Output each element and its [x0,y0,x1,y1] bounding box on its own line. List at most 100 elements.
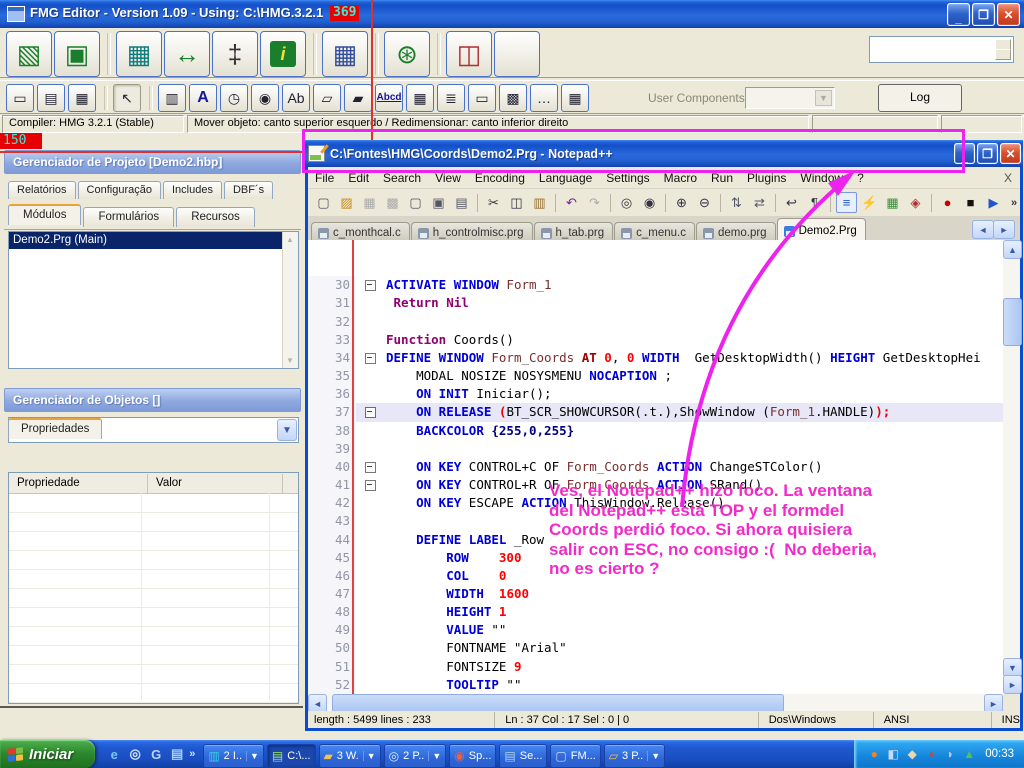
calendar-button[interactable]: ▦ [406,84,434,112]
scroll-up-icon[interactable]: ▲ [1003,240,1022,259]
save-file-icon[interactable]: ▦ [359,192,380,213]
code-line-52[interactable]: 52 TOOLTIP "" [308,676,1003,694]
open-project-button[interactable]: ▧ [6,31,52,77]
replace-icon[interactable]: ◉ [639,192,660,213]
fmg-close-button[interactable]: ✕ [997,3,1020,26]
tab-control-button[interactable]: ▱ [313,84,341,112]
taskbar-button-dropdown-icon[interactable]: ▼ [647,751,660,761]
save-project-button[interactable]: ▣ [54,31,100,77]
tray-volume-gray[interactable]: ◗ [942,746,958,762]
grid-header-value[interactable]: Valor [148,474,283,493]
tray-orange-app[interactable]: ● [866,746,882,762]
copy-icon[interactable]: ◫ [506,192,527,213]
doc-map-icon[interactable]: ▦ [882,192,903,213]
property-grid-row[interactable] [9,532,298,551]
property-grid-row[interactable] [9,589,298,608]
spinner-down-button[interactable] [995,49,1011,60]
form-guides-button[interactable]: ◫ [446,31,492,77]
font-button[interactable]: A [189,84,217,112]
taskbar-button-dropdown-icon[interactable]: ▼ [363,751,376,761]
taskbar-button-3p[interactable]: ▱3 P..▼ [604,744,665,768]
word-wrap-icon[interactable]: ↩ [781,192,802,213]
code-line-32[interactable]: 32 [308,313,1003,331]
code-line-34[interactable]: 34DEFINE WINDOW Form_Coords AT 0, 0 WIDT… [308,349,1003,367]
tray-volume-red[interactable]: ◖ [923,746,939,762]
taskbar-button-c[interactable]: ▤C:\... [267,744,316,768]
code-line-38[interactable]: 38 BACKCOLOR {255,0,255} [308,422,1003,440]
code-line-48[interactable]: 48 HEIGHT 1 [308,603,1003,621]
fmg-search-box[interactable] [869,36,1014,63]
print-icon[interactable]: ▤ [451,192,472,213]
code-line-39[interactable]: 39 [308,440,1003,458]
project-tab-formulrios[interactable]: Formulários [83,207,174,227]
textbox-button[interactable]: Ab [282,84,310,112]
scroll-down-icon[interactable]: ▼ [284,354,296,367]
label-abcd-button[interactable]: Abcd [375,84,403,112]
find-icon[interactable]: ◎ [616,192,637,213]
fmg-title-bar[interactable]: FMG Editor - Version 1.09 - Using: C:\HM… [0,0,1024,28]
code-line-49[interactable]: 49 VALUE "" [308,621,1003,639]
taskbar-button-2i[interactable]: ▥2 I..▼ [203,744,264,768]
start-button[interactable]: Iniciar [0,740,95,768]
player-button[interactable]: ▩ [499,84,527,112]
objects-tab-propriedades[interactable]: Propriedades [8,418,102,439]
project-list-item[interactable]: Demo2.Prg (Main) [9,232,283,249]
taskbar-button-fm[interactable]: ▢FM... [550,744,600,768]
user-components-combo[interactable]: ▼ [745,87,835,109]
property-grid-row[interactable] [9,570,298,589]
redo-icon[interactable]: ↷ [584,192,605,213]
fold-collapse-icon[interactable] [365,407,376,418]
scroll-right-icon[interactable]: ► [1003,675,1022,694]
record-macro-icon[interactable]: ● [937,192,958,213]
info-ruler-button[interactable]: i [260,31,306,77]
toolbar-overflow-icon[interactable]: » [1005,197,1023,209]
save-all-icon[interactable]: ▩ [382,192,403,213]
play-macro-icon[interactable]: ▶ [983,192,1004,213]
property-grid-row[interactable] [9,665,298,684]
open-file-icon[interactable]: ▨ [336,192,357,213]
zoom-in-icon[interactable]: ⊕ [671,192,692,213]
quick-launch-overflow-icon[interactable]: » [189,748,195,760]
vscroll-thumb[interactable] [1003,298,1022,346]
window-button[interactable]: ▭ [6,84,34,112]
close-all-icon[interactable]: ▣ [428,192,449,213]
taskbar-button-dropdown-icon[interactable]: ▼ [246,751,259,761]
property-grid-row[interactable] [9,608,298,627]
project-module-list[interactable]: Demo2.Prg (Main) ▲ ▼ [8,231,299,369]
toolbar-control-button[interactable]: ▭ [468,84,496,112]
code-line-51[interactable]: 51 FONTSIZE 9 [308,658,1003,676]
function-list-icon[interactable]: ⚡ [859,192,880,213]
tray-security-window[interactable]: ◧ [885,746,901,762]
code-line-35[interactable]: 35 MODAL NOSIZE NOSYSMENU NOCAPTION ; [308,367,1003,385]
tray-green-app[interactable]: ▲ [961,746,977,762]
db-grid-button[interactable]: ▦ [561,84,589,112]
code-line-33[interactable]: 33Function Coords() [308,331,1003,349]
project-tab-configurao[interactable]: Configuração [78,181,161,199]
taskbar-button-dropdown-icon[interactable]: ▼ [428,751,441,761]
pointer-tool-button[interactable]: ↖ [113,84,141,112]
stop-macro-icon[interactable]: ■ [960,192,981,213]
indent-guides-icon[interactable]: ≡ [836,192,857,213]
google-icon[interactable]: G [147,745,165,763]
sync-vertical-icon[interactable]: ⇅ [726,192,747,213]
project-tab-relatrios[interactable]: Relatórios [8,181,76,199]
taskbar-button-3w[interactable]: ▰3 W.▼ [319,744,381,768]
code-line-37[interactable]: 37 ON RELEASE (BT_SCR_SHOWCURSOR(.t.),Sh… [308,403,1003,421]
tray-printer[interactable]: ◆ [904,746,920,762]
close-file-icon[interactable]: ▢ [405,192,426,213]
fold-collapse-icon[interactable] [365,462,376,473]
run-script-icon[interactable]: ◈ [905,192,926,213]
paste-icon[interactable]: ▥ [529,192,550,213]
dotted-box-button[interactable]: … [530,84,558,112]
project-tab-recursos[interactable]: Recursos [176,207,255,227]
fold-collapse-icon[interactable] [365,353,376,364]
new-file-icon[interactable]: ▢ [313,192,334,213]
blank-button[interactable] [494,31,540,77]
internet-explorer-icon[interactable]: e [105,745,123,763]
npp-close-button[interactable]: ✕ [1000,143,1021,164]
align-tools-button[interactable]: ‡ [212,31,258,77]
fold-collapse-icon[interactable] [365,280,376,291]
grid-small-button[interactable]: ▦ [68,84,96,112]
property-grid-row[interactable] [9,494,298,513]
npp-doc-close-icon[interactable]: X [996,171,1020,185]
